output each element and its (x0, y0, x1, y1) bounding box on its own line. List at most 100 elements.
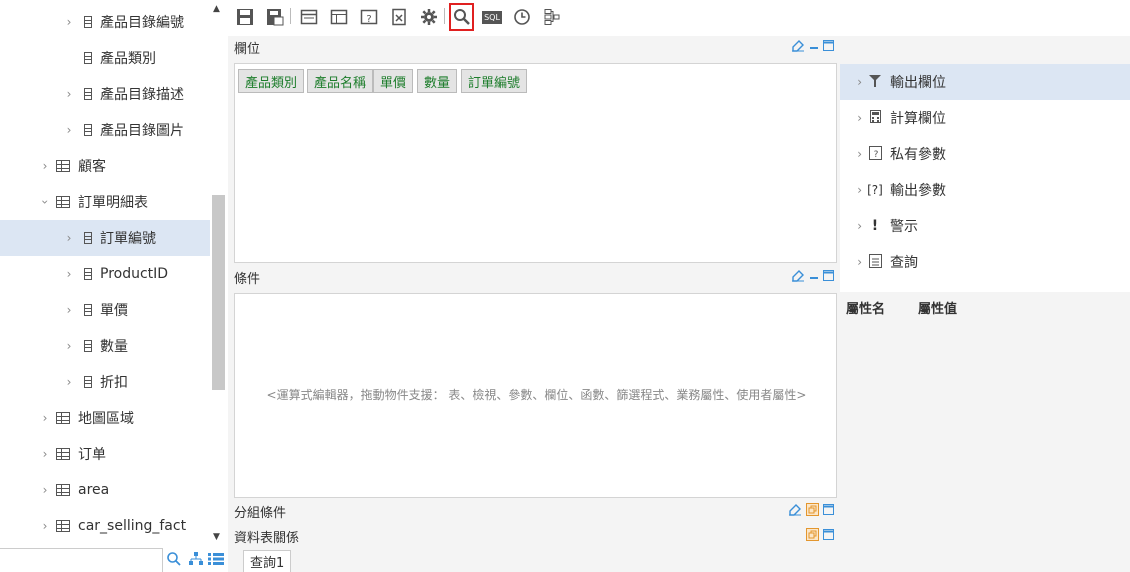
outline-item[interactable]: › ! 警示 (840, 208, 1130, 244)
scrollbar-thumb[interactable] (212, 195, 225, 390)
outline-item[interactable]: › 計算欄位 (840, 100, 1130, 136)
layout-icon[interactable] (298, 6, 320, 28)
tree-item[interactable]: › 顧客 (0, 148, 210, 184)
chevron-right-icon[interactable]: › (62, 231, 76, 245)
tree-item[interactable]: › 產品目錄描述 (0, 76, 210, 112)
fields-section-header: 欄位 (228, 36, 840, 58)
tree-item[interactable]: › ProductID (0, 256, 210, 292)
outline-item[interactable]: › 查詢 (840, 244, 1130, 280)
eraser-icon[interactable] (791, 38, 805, 56)
chevron-right-icon[interactable]: › (62, 375, 76, 389)
maximize-icon[interactable] (823, 39, 834, 55)
tree-item[interactable]: › 產品目錄編號 (0, 4, 210, 40)
fields-drop-area[interactable]: 產品類別 產品名稱 單價 數量 訂單編號 (234, 63, 837, 263)
tree-item-label: 產品類別 (100, 51, 156, 67)
chevron-right-icon[interactable]: › (840, 255, 862, 269)
tree-view-icon[interactable] (188, 551, 204, 571)
tree-item[interactable]: › 地圖區域 (0, 400, 210, 436)
outline-item[interactable]: › [?] 輸出參數 (840, 172, 1130, 208)
output-param-icon: [?] (867, 183, 883, 197)
chevron-right-icon[interactable]: › (38, 411, 52, 425)
tree-item[interactable]: › area (0, 472, 210, 508)
tree-search-input[interactable] (0, 548, 163, 572)
search-icon[interactable] (449, 3, 474, 31)
field-chip[interactable]: 單價 (373, 69, 414, 93)
field-chip[interactable]: 數量 (417, 69, 458, 93)
minimize-icon[interactable] (809, 270, 819, 285)
chevron-right-icon[interactable]: › (38, 483, 52, 497)
table-icon[interactable] (328, 6, 350, 28)
tree-item[interactable]: › 產品目錄圖片 (0, 112, 210, 148)
field-icon (84, 88, 92, 100)
tree-item-label: 地圖區域 (78, 411, 134, 427)
hierarchy-icon[interactable] (541, 6, 563, 28)
field-icon (84, 340, 92, 352)
list-view-icon[interactable] (208, 553, 224, 569)
maximize-icon[interactable] (823, 269, 834, 285)
save-icon[interactable] (234, 6, 256, 28)
toolbar: ? SQL (228, 0, 1130, 36)
table-icon (56, 412, 70, 424)
scroll-up-arrow-icon[interactable]: ▲ (213, 4, 220, 14)
field-icon (84, 52, 92, 64)
outline-item-label: 計算欄位 (890, 111, 946, 127)
save-as-icon[interactable] (264, 6, 286, 28)
chevron-right-icon[interactable]: › (840, 219, 862, 233)
chevron-right-icon[interactable]: › (38, 447, 52, 461)
tab-query[interactable]: 查詢1 (243, 550, 292, 572)
restore-icon[interactable] (806, 527, 819, 545)
chevron-right-icon[interactable]: › (62, 87, 76, 101)
search-icon[interactable] (166, 551, 182, 571)
settings-icon[interactable] (418, 6, 440, 28)
tree-item[interactable]: › 折扣 (0, 364, 210, 400)
chevron-right-icon[interactable]: › (840, 147, 862, 161)
maximize-icon[interactable] (823, 503, 834, 519)
chevron-right-icon[interactable]: › (840, 183, 862, 197)
tree-item[interactable]: › 數量 (0, 328, 210, 364)
restore-icon[interactable] (806, 502, 819, 520)
outline-item[interactable]: › 輸出欄位 (840, 64, 1130, 100)
field-chip[interactable]: 產品類別 (238, 69, 305, 93)
alert-icon: ! (871, 218, 879, 234)
field-icon (84, 268, 92, 280)
table-icon (56, 160, 70, 172)
tree-item[interactable]: › 訂單明細表 (0, 184, 210, 220)
chevron-right-icon[interactable]: › (840, 111, 862, 125)
outline-item-label: 查詢 (890, 255, 918, 271)
relations-section-header: 資料表關係 (228, 525, 840, 547)
chevron-right-icon[interactable]: › (62, 339, 76, 353)
tree-item[interactable]: › 订单 (0, 436, 210, 472)
field-icon (84, 376, 92, 388)
eraser-icon[interactable] (791, 268, 805, 286)
field-chip[interactable]: 產品名稱 (307, 69, 374, 93)
chevron-right-icon[interactable]: › (62, 15, 76, 29)
parameter-icon[interactable]: ? (358, 6, 380, 28)
tree-item[interactable]: › car_selling_fact (0, 508, 210, 544)
chevron-right-icon[interactable]: › (840, 75, 862, 89)
outline-item[interactable]: › ? 私有參數 (840, 136, 1130, 172)
minimize-icon[interactable] (809, 40, 819, 55)
maximize-icon[interactable] (823, 528, 834, 544)
scroll-down-arrow-icon[interactable]: ▼ (213, 532, 220, 542)
tree-item-label: 訂單編號 (100, 231, 156, 247)
outline-item-label: 私有參數 (890, 147, 946, 163)
chevron-right-icon[interactable]: › (38, 159, 52, 173)
outline-item-label: 警示 (890, 219, 918, 235)
chevron-down-icon[interactable]: › (38, 195, 52, 209)
chevron-right-icon[interactable]: › (38, 519, 52, 533)
tree-item[interactable]: 產品類別 (0, 40, 210, 76)
eraser-icon[interactable] (788, 502, 802, 520)
chevron-right-icon[interactable]: › (62, 123, 76, 137)
export-icon[interactable] (388, 6, 410, 28)
chevron-right-icon[interactable]: › (62, 303, 76, 317)
clock-icon[interactable] (511, 6, 533, 28)
tree-item[interactable]: › 單價 (0, 292, 210, 328)
table-icon (56, 520, 70, 532)
tree-item-label: 產品目錄編號 (100, 15, 184, 31)
chevron-right-icon[interactable]: › (62, 267, 76, 281)
conditions-editor[interactable]: <運算式編輯器，拖動物件支援： 表、檢視、參數、欄位、函數、篩選程式、業務屬性、… (234, 293, 837, 498)
tree-item[interactable]: › 訂單編號 (0, 220, 210, 256)
field-chip[interactable]: 訂單編號 (461, 69, 528, 93)
sql-icon[interactable]: SQL (481, 6, 503, 28)
conditions-section-title: 條件 (234, 271, 261, 287)
